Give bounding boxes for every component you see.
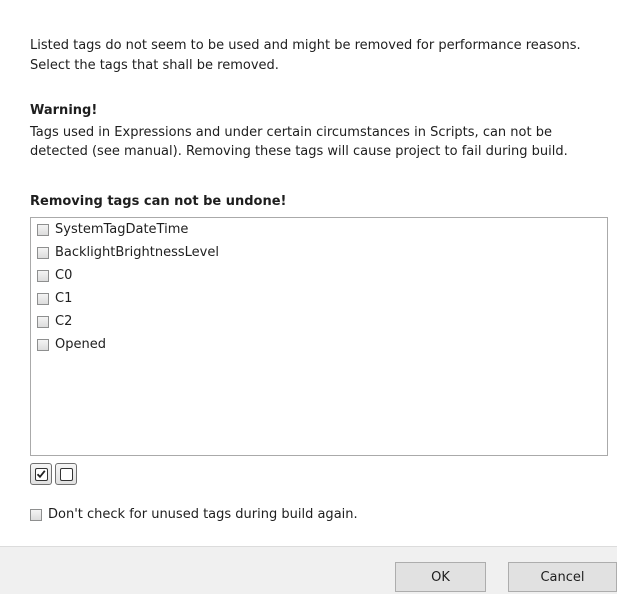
tag-checkbox[interactable] <box>37 223 49 236</box>
warning-undo-text: Removing tags can not be undone! <box>30 194 287 209</box>
selection-buttons <box>30 463 77 485</box>
checked-box-icon <box>34 467 48 481</box>
tag-item[interactable]: C2 <box>31 310 607 333</box>
tag-item[interactable]: SystemTagDateTime <box>31 218 607 241</box>
warning-text: Tags used in Expressions and under certa… <box>30 125 568 159</box>
dont-check-option[interactable]: Don't check for unused tags during build… <box>30 507 358 522</box>
tag-list[interactable]: SystemTagDateTime BacklightBrightnessLev… <box>30 217 608 456</box>
dialog-footer: OK Cancel <box>0 546 617 594</box>
tag-checkbox[interactable] <box>37 292 49 305</box>
intro-text: Listed tags do not seem to be used and m… <box>30 38 581 73</box>
dont-check-checkbox[interactable] <box>30 508 42 521</box>
unused-tags-dialog: Listed tags do not seem to be used and m… <box>0 0 617 594</box>
tag-label: Opened <box>55 336 106 352</box>
tag-checkbox[interactable] <box>37 338 49 351</box>
select-all-button[interactable] <box>30 463 52 485</box>
tag-checkbox[interactable] <box>37 269 49 282</box>
tag-label: C2 <box>55 313 73 329</box>
tag-item[interactable]: C1 <box>31 287 607 310</box>
tag-label: SystemTagDateTime <box>55 221 189 237</box>
tag-checkbox[interactable] <box>37 246 49 259</box>
tag-item[interactable]: Opened <box>31 333 607 356</box>
ok-button[interactable]: OK <box>395 562 486 592</box>
tag-item[interactable]: BacklightBrightnessLevel <box>31 241 607 264</box>
tag-label: C0 <box>55 267 73 283</box>
tag-label: BacklightBrightnessLevel <box>55 244 219 260</box>
warning-title: Warning! <box>30 103 98 118</box>
dialog-content: Listed tags do not seem to be used and m… <box>0 0 617 545</box>
cancel-button[interactable]: Cancel <box>508 562 617 592</box>
tag-label: C1 <box>55 290 73 306</box>
tag-item[interactable]: C0 <box>31 264 607 287</box>
deselect-all-button[interactable] <box>55 463 77 485</box>
empty-box-icon <box>59 467 73 481</box>
dont-check-label: Don't check for unused tags during build… <box>48 507 358 522</box>
tag-checkbox[interactable] <box>37 315 49 328</box>
